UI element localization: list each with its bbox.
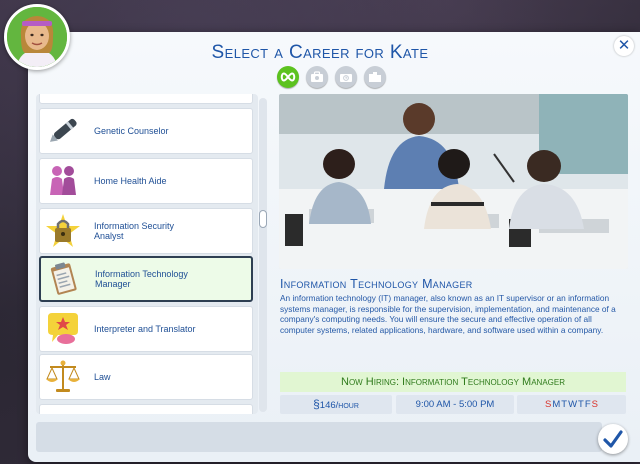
career-hours: 9:00 AM - 5:00 PM	[396, 395, 514, 414]
dialog-footer	[36, 422, 602, 452]
freelance-folder-icon	[369, 72, 381, 82]
career-item-label: Information Technology Manager	[95, 269, 188, 289]
people-icon	[42, 161, 84, 201]
career-item-label: Law	[94, 372, 111, 382]
pen-icon	[42, 111, 84, 151]
career-case-icon	[311, 71, 323, 82]
filter-all-careers[interactable]	[277, 66, 299, 88]
simoleon-icon: §	[313, 397, 320, 411]
workday-mon: M	[552, 399, 561, 410]
career-workdays: SMTWTFS	[517, 395, 626, 414]
filter-freelance[interactable]	[364, 66, 386, 88]
career-item-label: Interpreter and Translator	[94, 324, 196, 334]
scales-icon	[42, 357, 84, 397]
filter-full-time-careers[interactable]	[306, 66, 328, 88]
close-icon: ✕	[617, 37, 631, 54]
workday-fri: F	[584, 399, 591, 410]
infinity-icon	[280, 72, 296, 82]
dialog-title: Select a Career for Kate	[211, 42, 429, 63]
career-list-scrollbar[interactable]	[259, 98, 267, 412]
checkmark-icon	[603, 430, 623, 448]
workday-sun: S	[544, 399, 552, 410]
list-item[interactable]	[39, 404, 253, 414]
career-detail-title: Information Technology Manager	[280, 277, 473, 291]
career-item-law[interactable]: Law	[39, 354, 253, 400]
workday-wed: W	[568, 399, 578, 410]
sim-avatar[interactable]	[4, 4, 70, 70]
career-item-home-health-aide[interactable]: Home Health Aide	[39, 158, 253, 204]
career-list[interactable]: Genetic Counselor Home Health Aide Infor…	[36, 94, 258, 414]
career-item-label: Information Security Analyst	[94, 221, 175, 241]
workday-thu: T	[578, 399, 584, 410]
career-photo	[279, 94, 628, 269]
speech-star-icon	[42, 309, 84, 349]
career-item-information-security-analyst[interactable]: Information Security Analyst	[39, 208, 253, 254]
career-item-interpreter-and-translator[interactable]: Interpreter and Translator	[39, 306, 253, 352]
career-item-information-technology-manager[interactable]: Information Technology Manager	[39, 256, 253, 302]
career-description: An information technology (IT) manager, …	[280, 293, 616, 335]
career-item-genetic-counselor[interactable]: Genetic Counselor	[39, 108, 253, 154]
part-time-clock-icon	[340, 74, 352, 82]
pay-rate: 146/hour	[319, 400, 359, 411]
career-item-label: Home Health Aide	[94, 176, 167, 186]
filter-part-time-jobs[interactable]	[335, 66, 357, 88]
sim-portrait-icon	[7, 7, 67, 67]
career-pay: §146/hour	[280, 395, 392, 414]
clipboard-icon	[43, 260, 85, 300]
workday-sat: S	[591, 399, 598, 410]
career-type-filters	[277, 66, 386, 88]
career-item-label: Genetic Counselor	[94, 126, 169, 136]
list-item[interactable]	[39, 94, 253, 104]
confirm-button[interactable]	[598, 424, 628, 454]
now-hiring-banner: Now Hiring: Information Technology Manag…	[280, 372, 626, 392]
scrollbar-thumb[interactable]	[259, 210, 267, 228]
workday-tue: T	[561, 399, 568, 410]
close-button[interactable]: ✕	[614, 36, 634, 56]
padlock-icon	[42, 211, 84, 251]
